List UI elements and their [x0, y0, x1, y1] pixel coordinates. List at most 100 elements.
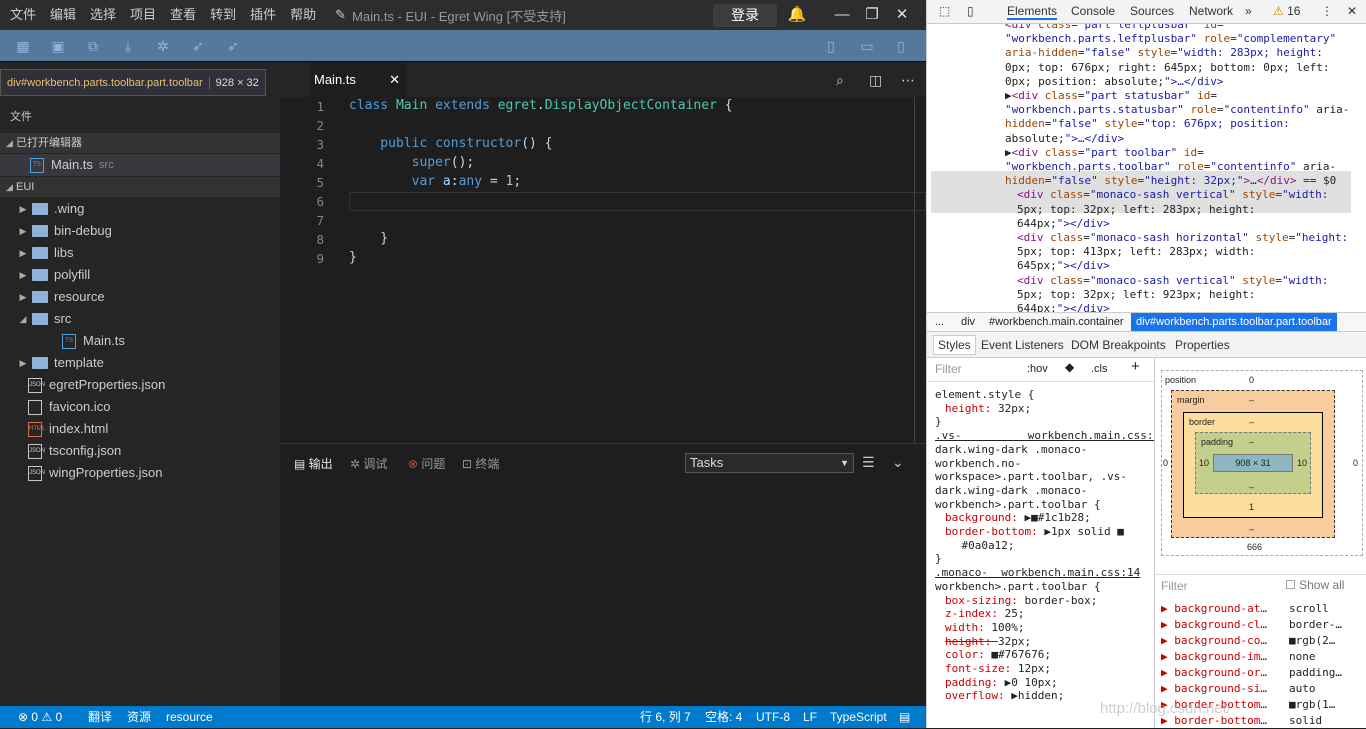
- tree-item[interactable]: TS Main.ts: [0, 330, 280, 352]
- style-property[interactable]: font-size: 12px;: [945, 662, 1051, 676]
- login-button[interactable]: 登录: [713, 4, 777, 27]
- close-window-icon[interactable]: ✕: [887, 0, 917, 30]
- split-editor-icon[interactable]: ◫: [869, 72, 882, 89]
- dom-node-line[interactable]: 644px;"></div>: [1017, 217, 1110, 231]
- dom-node-line[interactable]: 644px;"></div>: [1017, 302, 1110, 312]
- launch-icon[interactable]: ➶: [189, 37, 207, 55]
- tree-item[interactable]: ◢ src: [0, 308, 280, 330]
- open-editor-item[interactable]: TS Main.ts src: [0, 154, 280, 176]
- class-toggle[interactable]: .cls: [1091, 363, 1108, 377]
- status-language[interactable]: TypeScript: [830, 706, 887, 728]
- publish-icon[interactable]: ⤓: [119, 37, 137, 55]
- subtab-properties[interactable]: Properties: [1175, 338, 1230, 352]
- new-project-icon[interactable]: ▦: [14, 37, 32, 55]
- caret-right-icon[interactable]: ▶: [18, 198, 28, 220]
- caret-right-icon[interactable]: ▶: [18, 286, 28, 308]
- subtab-dom-breakpoints[interactable]: DOM Breakpoints: [1071, 338, 1166, 352]
- computed-property[interactable]: ▶ background-im… none: [1161, 649, 1316, 665]
- dom-node-line[interactable]: <div class="monaco-sash vertical" style=…: [1017, 188, 1328, 202]
- tree-item[interactable]: ▶ bin-debug: [0, 220, 280, 242]
- dom-node-line[interactable]: ▶<div class="part statusbar" id=: [1005, 89, 1217, 103]
- breadcrumb-container[interactable]: #workbench.main.container: [989, 313, 1124, 331]
- tab-debug[interactable]: ✲ 调试: [350, 455, 387, 472]
- style-property[interactable]: height: 32px;: [945, 402, 1031, 416]
- inspect-element-icon[interactable]: ⬚: [939, 4, 950, 18]
- dom-node-line[interactable]: ▶<div class="part toolbar" id=: [1005, 146, 1204, 160]
- devtools-menu-icon[interactable]: ⋮: [1321, 4, 1333, 18]
- breadcrumb-div[interactable]: div: [961, 313, 975, 331]
- style-property[interactable]: z-index: 25;: [945, 607, 1024, 621]
- dom-node-line[interactable]: aria-hidden="false" style="width: 283px;…: [1005, 46, 1323, 60]
- dom-node-line[interactable]: 0px; position: absolute;">…</div>: [1005, 75, 1224, 89]
- style-property[interactable]: height: 32px;: [945, 635, 1031, 649]
- device-toolbar-icon[interactable]: ▯: [967, 4, 974, 18]
- style-property[interactable]: background: ▶■#1c1b28;: [945, 511, 1091, 525]
- dom-node-line[interactable]: <div class="monaco-sash vertical" style=…: [1017, 274, 1328, 288]
- dom-node-line[interactable]: <div class="part leftplusbar" id=: [1005, 24, 1224, 32]
- save-all-icon[interactable]: ⧉: [84, 37, 102, 55]
- tree-item[interactable]: JSON wingProperties.json: [0, 462, 280, 484]
- status-encoding[interactable]: UTF-8: [756, 706, 790, 728]
- more-actions-icon[interactable]: ⋯: [901, 72, 915, 89]
- style-property[interactable]: padding: ▶0 10px;: [945, 676, 1058, 690]
- devtools-close-icon[interactable]: ✕: [1347, 4, 1357, 18]
- computed-property[interactable]: ▶ background-at… scroll: [1161, 601, 1329, 617]
- status-folder[interactable]: resource: [166, 706, 213, 728]
- search-replace-icon[interactable]: ⌕: [836, 72, 844, 89]
- tab-terminal[interactable]: ⊡ 终端: [462, 455, 499, 472]
- project-section[interactable]: ◢ EUI: [0, 177, 280, 197]
- run-icon[interactable]: ➶: [224, 37, 242, 55]
- style-property[interactable]: border-bottom: ▶1px solid ■: [945, 525, 1124, 539]
- dom-node-line[interactable]: 645px;"></div>: [1017, 259, 1110, 273]
- hover-state-toggle[interactable]: :hov: [1027, 363, 1048, 377]
- tree-item[interactable]: JSON egretProperties.json: [0, 374, 280, 396]
- more-tabs-icon[interactable]: »: [1245, 4, 1252, 18]
- dom-node-line[interactable]: "workbench.parts.leftplusbar" role="comp…: [1005, 32, 1336, 46]
- style-property[interactable]: color: ■#767676;: [945, 648, 1051, 662]
- toggle-right-icon[interactable]: ▯: [892, 37, 910, 55]
- style-property[interactable]: width: 100%;: [945, 621, 1024, 635]
- show-all-checkbox[interactable]: ☐ Show all: [1285, 578, 1344, 592]
- dom-node-line[interactable]: 5px; top: 413px; left: 283px; width:: [1017, 245, 1255, 259]
- tree-item[interactable]: ▶ template: [0, 352, 280, 374]
- status-position[interactable]: 行 6, 列 7: [640, 706, 691, 728]
- open-editors-section[interactable]: ◢ 已打开编辑器: [0, 133, 280, 153]
- status-resources[interactable]: 资源: [127, 706, 151, 728]
- tree-item[interactable]: ▶ resource: [0, 286, 280, 308]
- collapse-panel-icon[interactable]: ⌄: [892, 454, 904, 471]
- dom-node-line[interactable]: hidden="false" style="top: 676px; positi…: [1005, 117, 1290, 131]
- dom-node-line[interactable]: 0px; top: 676px; right: 645px; bottom: 0…: [1005, 61, 1330, 75]
- subtab-styles[interactable]: Styles: [933, 335, 976, 355]
- caret-right-icon[interactable]: ▶: [18, 242, 28, 264]
- breadcrumb-toolbar[interactable]: div#workbench.parts.toolbar.part.toolbar: [1131, 313, 1337, 331]
- computed-property[interactable]: ▶ background-or… padding…: [1161, 665, 1342, 681]
- menu-edit[interactable]: 编辑: [43, 0, 83, 30]
- tab-output[interactable]: ▤ 输出: [294, 455, 333, 472]
- code-editor[interactable]: 1 class Main extends egret.DisplayObjectC…: [280, 97, 926, 443]
- caret-right-icon[interactable]: ▶: [18, 220, 28, 242]
- toggle-sidebar-icon[interactable]: ▯: [822, 37, 840, 55]
- tab-elements[interactable]: Elements: [1007, 4, 1058, 20]
- tree-item[interactable]: ▶ .wing: [0, 198, 280, 220]
- paint-icon[interactable]: ◆: [1065, 360, 1074, 375]
- bell-icon[interactable]: 🔔: [782, 0, 812, 30]
- close-tab-icon[interactable]: ✕: [389, 62, 400, 97]
- menu-view[interactable]: 查看: [163, 0, 203, 30]
- task-select[interactable]: Tasks ▼: [685, 453, 854, 473]
- computed-property[interactable]: ▶ background-cl… border-…: [1161, 617, 1342, 633]
- dom-node-line[interactable]: absolute;">…</div>: [1005, 132, 1124, 146]
- dom-node-line[interactable]: <div class="monaco-sash horizontal" styl…: [1017, 231, 1348, 245]
- toggle-panel-icon[interactable]: ▭: [858, 37, 876, 55]
- add-rule-icon[interactable]: +: [1131, 359, 1140, 374]
- tree-item[interactable]: ▶ polyfill: [0, 264, 280, 286]
- breadcrumb-more[interactable]: ...: [935, 313, 944, 331]
- caret-down-icon[interactable]: ◢: [18, 308, 28, 330]
- tab-main-ts[interactable]: Main.ts ✕: [310, 62, 406, 97]
- editor-scrollbar[interactable]: [914, 97, 926, 443]
- style-property[interactable]: box-sizing: border-box;: [945, 594, 1097, 608]
- menu-project[interactable]: 项目: [123, 0, 163, 30]
- dom-node-line[interactable]: hidden="false" style="height: 32px;">…</…: [1005, 174, 1336, 188]
- status-compile[interactable]: 翻译: [88, 706, 112, 728]
- dom-node-line[interactable]: 5px; top: 32px; left: 923px; height:: [1017, 288, 1255, 302]
- problems-indicator[interactable]: ⊗ 0 ⚠ 0: [18, 706, 62, 728]
